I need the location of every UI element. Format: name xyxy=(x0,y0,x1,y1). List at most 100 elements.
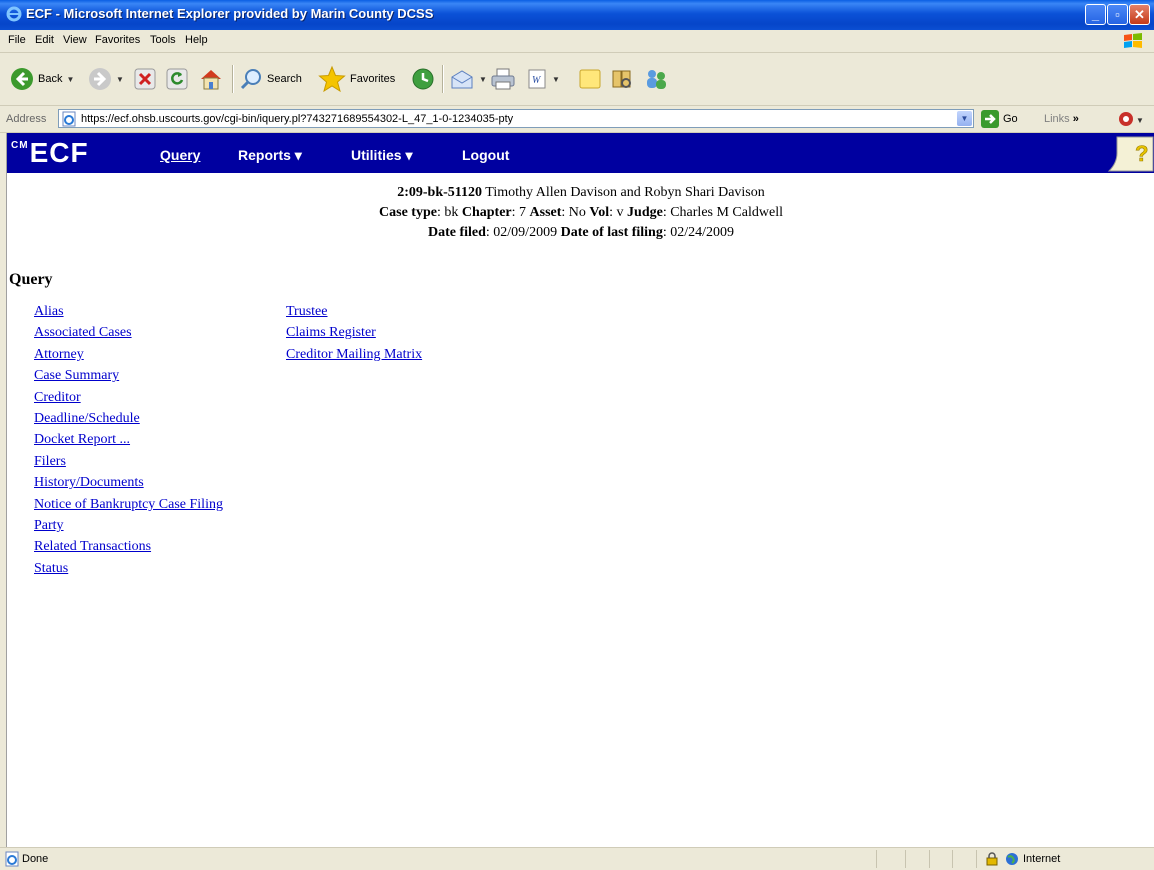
search-button[interactable]: Search xyxy=(239,63,302,95)
favorites-button[interactable]: Favorites xyxy=(318,63,395,95)
translate-icon[interactable]: ▼ xyxy=(1118,110,1146,128)
query-links-right: Trustee Claims Register Creditor Mailing… xyxy=(286,301,422,365)
maximize-button[interactable]: ▫ xyxy=(1107,4,1128,25)
link-attorney[interactable]: Attorney xyxy=(34,344,223,365)
link-associated-cases[interactable]: Associated Cases xyxy=(34,322,223,343)
chevron-down-icon: ▾ xyxy=(405,147,413,163)
address-input[interactable]: https://ecf.ohsb.uscourts.gov/cgi-bin/iq… xyxy=(58,109,974,128)
status-divider xyxy=(905,850,906,868)
links-toolbar[interactable]: Links » xyxy=(1044,113,1079,125)
link-filers[interactable]: Filers xyxy=(34,451,223,472)
link-case-summary[interactable]: Case Summary xyxy=(34,365,223,386)
link-status[interactable]: Status xyxy=(34,558,223,579)
back-label: Back xyxy=(38,73,63,85)
ecf-logo[interactable]: CMECF xyxy=(11,137,89,169)
forward-button[interactable]: ▼ xyxy=(88,63,124,95)
menu-favorites[interactable]: Favorites xyxy=(95,34,140,46)
minimize-button[interactable]: _ xyxy=(1085,4,1106,25)
address-label: Address xyxy=(6,113,47,125)
nav-utilities-label: Utilities xyxy=(351,147,402,163)
edit-dropdown-icon[interactable]: ▼ xyxy=(552,75,560,84)
stop-icon xyxy=(134,68,156,90)
date-filed-value: 02/09/2009 xyxy=(493,225,558,240)
last-filing-label: Date of last filing xyxy=(560,225,663,240)
back-arrow-icon xyxy=(11,68,33,90)
internet-globe-icon xyxy=(1006,853,1018,865)
last-filing-value: 02/24/2009 xyxy=(670,225,735,240)
home-button[interactable] xyxy=(198,63,224,95)
date-filed-label: Date filed xyxy=(427,225,486,240)
links-chevron-icon: » xyxy=(1072,113,1079,125)
link-notice-of-bankruptcy[interactable]: Notice of Bankruptcy Case Filing xyxy=(34,494,223,515)
link-related-transactions[interactable]: Related Transactions xyxy=(34,536,223,557)
forward-arrow-icon xyxy=(89,68,111,90)
window-title-bar[interactable]: ECF - Microsoft Internet Explorer provid… xyxy=(0,0,1154,30)
mail-button[interactable]: ▼ xyxy=(449,63,487,95)
case-type-label: Case type xyxy=(379,205,437,220)
stop-button[interactable] xyxy=(134,63,156,95)
go-label: Go xyxy=(1003,113,1018,125)
link-creditor-mailing-matrix[interactable]: Creditor Mailing Matrix xyxy=(286,344,422,365)
link-deadline-schedule[interactable]: Deadline/Schedule xyxy=(34,408,223,429)
ecf-navigation-bar: CMECF Query Reports ▾ Utilities ▾ Logout… xyxy=(7,133,1154,173)
security-zone[interactable]: Internet xyxy=(985,852,1060,866)
discuss-button[interactable] xyxy=(578,63,602,95)
judge-label: Judge xyxy=(627,205,663,220)
help-icon[interactable]: ? xyxy=(1107,133,1154,173)
research-book-icon xyxy=(612,70,631,88)
menu-help[interactable]: Help xyxy=(185,34,208,46)
edit-word-button[interactable]: W ▼ xyxy=(526,63,560,95)
close-button[interactable]: ✕ xyxy=(1129,4,1150,25)
back-button[interactable]: Back ▼ xyxy=(10,63,74,95)
home-icon xyxy=(201,70,221,90)
link-claims-register[interactable]: Claims Register xyxy=(286,322,422,343)
link-history-documents[interactable]: History/Documents xyxy=(34,472,223,493)
favorites-star-icon xyxy=(318,65,346,93)
case-number: 2:09-bk-51120 xyxy=(397,185,483,200)
status-divider xyxy=(929,850,930,868)
nav-utilities[interactable]: Utilities ▾ xyxy=(351,147,413,164)
link-docket-report[interactable]: Docket Report ... xyxy=(34,429,223,450)
favorites-label: Favorites xyxy=(350,73,396,85)
menu-edit[interactable]: Edit xyxy=(35,34,54,46)
nav-query[interactable]: Query xyxy=(160,147,200,163)
print-icon xyxy=(491,68,515,90)
asset-label: Asset xyxy=(529,205,562,220)
search-label: Search xyxy=(267,73,302,85)
page-content: CMECF Query Reports ▾ Utilities ▾ Logout… xyxy=(6,133,1154,847)
research-button[interactable] xyxy=(610,63,634,95)
address-dropdown-icon[interactable]: ▼ xyxy=(957,111,972,126)
messenger-button[interactable] xyxy=(642,63,670,95)
nav-reports[interactable]: Reports ▾ xyxy=(238,147,302,164)
link-creditor[interactable]: Creditor xyxy=(34,387,223,408)
vol-label: Vol xyxy=(589,205,610,220)
svg-text:?: ? xyxy=(1135,141,1148,166)
history-button[interactable] xyxy=(410,63,436,95)
print-button[interactable] xyxy=(490,63,516,95)
chapter-label: Chapter xyxy=(461,205,512,220)
case-header: 2:09-bk-51120 Timothy Allen Davison and … xyxy=(7,183,1154,243)
link-trustee[interactable]: Trustee xyxy=(286,301,422,322)
go-button[interactable]: Go xyxy=(981,110,1018,128)
case-parties: Timothy Allen Davison and Robyn Shari Da… xyxy=(485,185,765,200)
word-icon: W xyxy=(528,69,546,89)
note-icon xyxy=(579,69,601,89)
status-divider xyxy=(976,850,977,868)
nav-reports-label: Reports xyxy=(238,147,291,163)
query-links-left: Alias Associated Cases Attorney Case Sum… xyxy=(34,301,223,579)
nav-logout[interactable]: Logout xyxy=(462,147,509,163)
link-party[interactable]: Party xyxy=(34,515,223,536)
link-alias[interactable]: Alias xyxy=(34,301,223,322)
refresh-button[interactable] xyxy=(166,63,188,95)
zone-label: Internet xyxy=(1023,853,1061,865)
mail-dropdown-icon[interactable]: ▼ xyxy=(479,75,487,84)
toolbar-separator xyxy=(232,65,233,93)
forward-dropdown-icon[interactable]: ▼ xyxy=(116,75,124,84)
asset-value: No xyxy=(568,205,586,220)
case-details-line: Case type: bk Chapter: 7 Asset: No Vol: … xyxy=(379,205,783,220)
menu-tools[interactable]: Tools xyxy=(150,34,176,46)
menu-view[interactable]: View xyxy=(63,34,87,46)
links-label: Links xyxy=(1044,113,1070,125)
menu-file[interactable]: File xyxy=(8,34,26,46)
back-dropdown-icon[interactable]: ▼ xyxy=(66,75,74,84)
